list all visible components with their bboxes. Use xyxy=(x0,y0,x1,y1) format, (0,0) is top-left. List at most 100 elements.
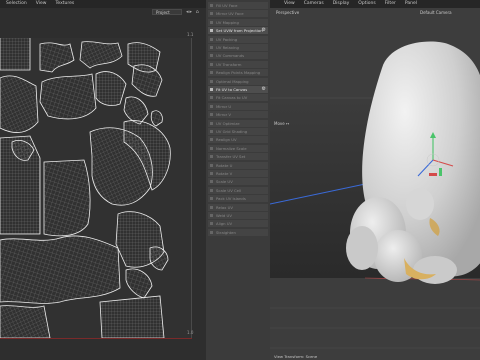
command-item[interactable]: Pack UV Islands xyxy=(208,195,268,203)
command-label: Fit Canvas to UV xyxy=(216,95,248,101)
menu-display[interactable]: Display xyxy=(333,0,350,8)
command-item[interactable]: Optimal Mapping xyxy=(208,77,268,85)
3d-viewport[interactable]: Perspective Default Camera Move ↔ View T… xyxy=(270,8,480,360)
command-icon xyxy=(210,180,213,184)
command-label: UV Mapping xyxy=(216,19,239,25)
menu-panel[interactable]: Panel xyxy=(405,0,417,8)
command-item[interactable]: UV Commands xyxy=(208,52,268,60)
command-label: Optimal Mapping xyxy=(216,78,249,84)
command-item[interactable]: UV Transform xyxy=(208,60,268,68)
uv-island xyxy=(0,235,121,304)
command-item[interactable]: Fill UV Face xyxy=(208,2,268,9)
viewport-camera-name[interactable]: Default Camera xyxy=(420,10,452,15)
command-icon xyxy=(210,79,213,83)
command-item[interactable]: Set UVW from Projection ⚙ xyxy=(208,27,268,35)
command-icon xyxy=(210,130,213,133)
command-item[interactable]: Realign Points Mapping xyxy=(208,69,268,77)
menu-textures[interactable]: Textures xyxy=(55,0,74,8)
command-item[interactable]: Transfer UV Set xyxy=(208,153,268,161)
command-icon xyxy=(210,62,213,66)
uv-island xyxy=(99,295,165,339)
command-icon xyxy=(210,172,213,175)
command-item[interactable]: Relax UV xyxy=(208,203,268,211)
command-label: Fit UV to Canvas xyxy=(216,87,248,92)
command-label: Pack UV Islands xyxy=(216,196,246,202)
uv-island xyxy=(0,305,51,339)
uv-island xyxy=(0,75,39,133)
command-icon xyxy=(210,113,213,117)
menu-view[interactable]: View xyxy=(36,0,47,8)
command-item[interactable]: Mirror UV Face xyxy=(208,10,268,18)
uv-commands-panel: Fill UV Face Mirror UV Face UV Mapping Set … xyxy=(206,0,270,360)
uv-island xyxy=(131,64,163,97)
viewport-view-name: Perspective xyxy=(276,10,300,15)
command-item[interactable]: UV Mapping xyxy=(208,18,268,26)
uv-range-bottom-edge xyxy=(0,338,192,339)
command-item[interactable]: Normalize Scale xyxy=(208,144,268,152)
command-label: UV Packing xyxy=(216,36,238,42)
command-label: Scale UV Cell xyxy=(216,187,242,193)
menu-filter[interactable]: Filter xyxy=(385,0,396,8)
command-item[interactable]: Scale UV Cell xyxy=(208,186,268,194)
uv-range-bottom-label: 1.0 xyxy=(187,330,194,335)
command-icon xyxy=(210,71,213,75)
command-label: Realign Points Mapping xyxy=(216,70,261,76)
command-item[interactable]: UV Grid Shading xyxy=(208,128,268,135)
uv-island xyxy=(95,71,127,106)
command-item[interactable]: Fit UV to Canvas ⚙ xyxy=(208,86,268,93)
command-label: Transfer UV Set xyxy=(216,154,246,160)
command-item[interactable]: UV Relaxing xyxy=(208,44,268,51)
command-item[interactable]: UV Optimize xyxy=(208,119,268,127)
command-icon xyxy=(210,205,213,209)
command-item[interactable]: Mirror V xyxy=(208,111,268,119)
uv-island xyxy=(39,42,75,73)
menu-options[interactable]: Options xyxy=(358,0,375,8)
uv-island xyxy=(0,35,31,71)
command-icon xyxy=(210,197,213,201)
uv-range-top-label: 1.1 xyxy=(187,32,194,37)
move-arrows-icon: ↔ xyxy=(286,121,290,126)
command-item[interactable]: Weld UV xyxy=(208,212,268,219)
move-tool-label: Move ↔ xyxy=(274,121,290,126)
command-icon xyxy=(210,104,213,108)
command-icon xyxy=(210,96,213,100)
command-icon xyxy=(210,12,213,16)
command-icon xyxy=(210,214,213,217)
command-item[interactable]: Fit Canvas to UV xyxy=(208,94,268,102)
command-label: Normalize Scale xyxy=(216,145,247,151)
command-icon xyxy=(210,230,213,234)
command-item[interactable]: Align UV xyxy=(208,220,268,228)
gear-icon[interactable]: ⚙ xyxy=(262,27,266,34)
command-icon xyxy=(210,121,213,125)
gear-icon[interactable]: ⚙ xyxy=(262,86,266,93)
menu-selection[interactable]: Selection xyxy=(6,0,27,8)
command-label: Mirror U xyxy=(216,103,232,109)
menu-cameras[interactable]: Cameras xyxy=(304,0,324,8)
command-item[interactable]: Straighten xyxy=(208,228,268,236)
projection-select[interactable]: Project xyxy=(152,9,182,15)
command-label: UV Transform xyxy=(216,61,242,67)
uv-canvas[interactable] xyxy=(0,35,192,339)
uv-island xyxy=(79,41,123,69)
command-item[interactable]: UV Packing xyxy=(208,35,268,43)
command-label: Set UVW from Projection xyxy=(216,28,263,34)
uv-editor-panel: Project ◂▸ ⌂ 1.1 1.0 xyxy=(0,8,206,360)
command-icon xyxy=(210,88,213,91)
command-item[interactable]: Mirror U xyxy=(208,102,268,110)
command-item[interactable]: Rotate V xyxy=(208,170,268,177)
command-item[interactable]: Realign UV xyxy=(208,136,268,144)
command-label: UV Grid Shading xyxy=(216,129,248,134)
command-label: UV Optimize xyxy=(216,120,240,126)
command-icon xyxy=(210,37,213,41)
command-icon xyxy=(210,188,213,192)
command-icon xyxy=(210,163,213,167)
menu-view[interactable]: View xyxy=(284,0,295,8)
command-item[interactable]: Rotate U xyxy=(208,161,268,169)
command-icon xyxy=(210,20,213,24)
uv-island xyxy=(125,268,153,299)
uv-island xyxy=(43,159,91,237)
uv-island xyxy=(123,96,149,125)
command-item[interactable]: Scale UV xyxy=(208,178,268,186)
uv-view-icons[interactable]: ◂▸ ⌂ xyxy=(186,9,200,15)
command-icon xyxy=(210,29,213,33)
